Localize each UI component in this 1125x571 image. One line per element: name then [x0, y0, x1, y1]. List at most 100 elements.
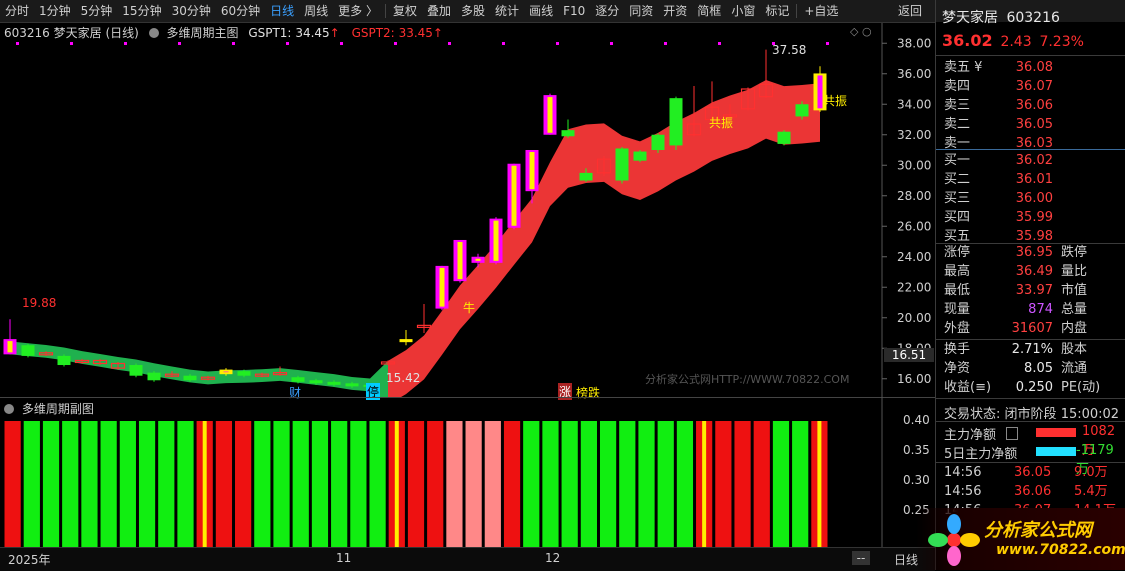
sub-bar	[138, 421, 156, 547]
toolbar-item-3[interactable]: 15分钟	[117, 0, 166, 22]
main-chart-header: 603216 梦天家居 (日线) 多维周期主图 GSPT1: 34.45↑ GS…	[4, 24, 443, 41]
sub-chart-svg[interactable]: 0.400.350.300.25	[0, 397, 935, 547]
indicator-name[interactable]: 多维周期主图	[166, 26, 238, 40]
stat-row-1-value: 36.49	[1015, 264, 1053, 279]
sub-bar	[638, 421, 655, 547]
signal-dot	[340, 42, 343, 45]
stat2-row-1-value: 8.05	[1024, 361, 1053, 376]
signal-dot	[178, 42, 181, 45]
stat2-row-2-value: 0.250	[1015, 380, 1053, 395]
sub-bar	[599, 421, 617, 547]
stat-row-2: 最低 33.97 市值	[936, 281, 1125, 300]
toolbar-item-21[interactable]: +自选	[799, 0, 843, 22]
toolbar-item-9[interactable]: 复权	[388, 0, 422, 22]
toolbar-item-15[interactable]: 逐分	[590, 0, 624, 22]
candle-body	[651, 134, 665, 150]
toolbar-item-12[interactable]: 统计	[490, 0, 524, 22]
stat-row-2-label: 最低	[944, 283, 971, 298]
stat-row-2-value: 33.97	[1015, 283, 1053, 298]
stat-row-3-value: 874	[1028, 302, 1053, 317]
toolbar-item-2[interactable]: 5分钟	[76, 0, 118, 22]
watermark-text: 分析家公式网HTTP://WWW.70822.COM	[645, 373, 850, 386]
price-change: 2.43	[1000, 34, 1032, 50]
toolbar-item-4[interactable]: 30分钟	[167, 0, 216, 22]
stock-title-label: 603216 梦天家居 (日线)	[4, 26, 139, 40]
sub-bar	[753, 421, 770, 547]
period-toolbar: 分时 1分钟 5分钟 15分钟 30分钟 60分钟 日线 周线 更多 〉复权 叠加 多股 统计 画线 F1…	[0, 0, 935, 23]
chart-options-icon[interactable]: ◇ ○	[850, 25, 872, 38]
candle-body-inner	[7, 341, 13, 353]
stat-row-0: 涨停 36.95 跌停	[936, 243, 1125, 262]
stat-row-3-label: 现量	[944, 302, 971, 317]
sub-bar	[331, 421, 348, 547]
ask-row-0-label: 卖五 ¥	[944, 60, 983, 75]
stat2-row-0-label2: 股本	[1061, 342, 1088, 357]
toolbar-item-6[interactable]: 日线	[265, 0, 299, 22]
main-kline-chart[interactable]: 38.00 36.00 34.00 32.00 30.00 28.00 26.00 24.00…	[0, 22, 935, 405]
sub-bar	[542, 421, 559, 547]
trade-status-time: 15:00:02	[1060, 407, 1120, 422]
y-tick-label: 30.00	[897, 158, 931, 172]
tick-price: 36.05	[1014, 465, 1052, 480]
toolbar-item-0[interactable]: 分时	[0, 0, 34, 22]
toolbar-item-5[interactable]: 60分钟	[216, 0, 265, 22]
main-net-detail-icon[interactable]	[1006, 427, 1018, 440]
candle-body	[795, 104, 809, 117]
candle-body	[399, 339, 413, 343]
sub-bar	[42, 421, 60, 547]
ask-row-1-value: 36.07	[1015, 79, 1053, 94]
ask-row-1-label: 卖四	[944, 79, 971, 94]
bid-row-2: 买三 36.00	[936, 189, 1125, 208]
stat-row-1: 最高 36.49 量比	[936, 262, 1125, 281]
candle-body-inner	[439, 267, 445, 307]
sub-bar	[715, 421, 732, 547]
candle-body-inner	[475, 258, 481, 261]
sub-indicator-chart[interactable]: 0.400.350.300.25 多维周期副图	[0, 397, 935, 547]
toolbar-item-11[interactable]: 多股	[456, 0, 490, 22]
gspt2-arrow: ↑	[432, 26, 443, 40]
candle-body	[777, 131, 791, 144]
bid-row-0-value: 36.02	[1015, 153, 1053, 168]
time-axis[interactable]: 2025年 11 12 -- 日线	[0, 547, 935, 571]
sub-bar	[23, 421, 40, 547]
sub-bar	[792, 421, 809, 547]
candle-body	[183, 375, 197, 381]
candle-body-inner	[529, 152, 535, 190]
quote-panel: 梦天家居 603216 36.02 2.43 7.23% 卖五 ¥ 36.08 卖四…	[916, 0, 1125, 570]
candle-body-inner	[817, 75, 823, 109]
stat2-row-2-label2: PE(动)	[1061, 380, 1101, 395]
toolbar-item-14[interactable]: F10	[558, 0, 590, 22]
toolbar-item-20[interactable]: 标记	[760, 0, 794, 22]
toolbar-item-10[interactable]: 叠加	[422, 0, 456, 22]
price-line: 36.02 2.43 7.23%	[942, 31, 1084, 50]
tick-time: 14:56	[944, 465, 982, 480]
toolbar-item-16[interactable]: 同资	[624, 0, 658, 22]
stat-row-4-label2: 内盘	[1061, 321, 1088, 336]
sub-bar	[177, 421, 194, 547]
sub-settings-icon[interactable]	[4, 404, 14, 414]
axis-label-year: 2025年	[8, 553, 51, 567]
sub-bar	[446, 421, 463, 547]
toolbar-item-8[interactable]: 更多 〉	[333, 0, 383, 22]
main-chart-svg[interactable]: 38.00 36.00 34.00 32.00 30.00 28.00 26.00 24.00…	[0, 22, 935, 405]
bid-row-2-value: 36.00	[1015, 191, 1053, 206]
toolbar-item-18[interactable]: 简框	[692, 0, 726, 22]
toolbar-item-1[interactable]: 1分钟	[34, 0, 76, 22]
indicator-settings-icon[interactable]	[148, 28, 159, 38]
toolbar-item-17[interactable]: 开资	[658, 0, 692, 22]
period-label[interactable]: 日线	[894, 551, 918, 568]
main-net-bar	[1036, 428, 1076, 437]
stock-name-header: 梦天家居 603216	[942, 7, 1060, 27]
stat2-row-0-label: 换手	[944, 342, 971, 357]
bid-row-3-label: 买四	[944, 210, 971, 225]
signal-dot	[826, 42, 829, 45]
sub-indicator-name[interactable]: 多维周期副图	[22, 402, 94, 416]
toolbar-item-22[interactable]: 返回	[893, 0, 927, 22]
toolbar-item-19[interactable]: 小窗	[726, 0, 760, 22]
zoom-button[interactable]: --	[852, 551, 870, 565]
toolbar-item-7[interactable]: 周线	[299, 0, 333, 22]
toolbar-item-13[interactable]: 画线	[524, 0, 558, 22]
stat-row-3-label2: 总量	[1061, 302, 1088, 317]
candle-body-inner	[457, 241, 463, 280]
gspt1-label: GSPT1:	[248, 26, 292, 40]
